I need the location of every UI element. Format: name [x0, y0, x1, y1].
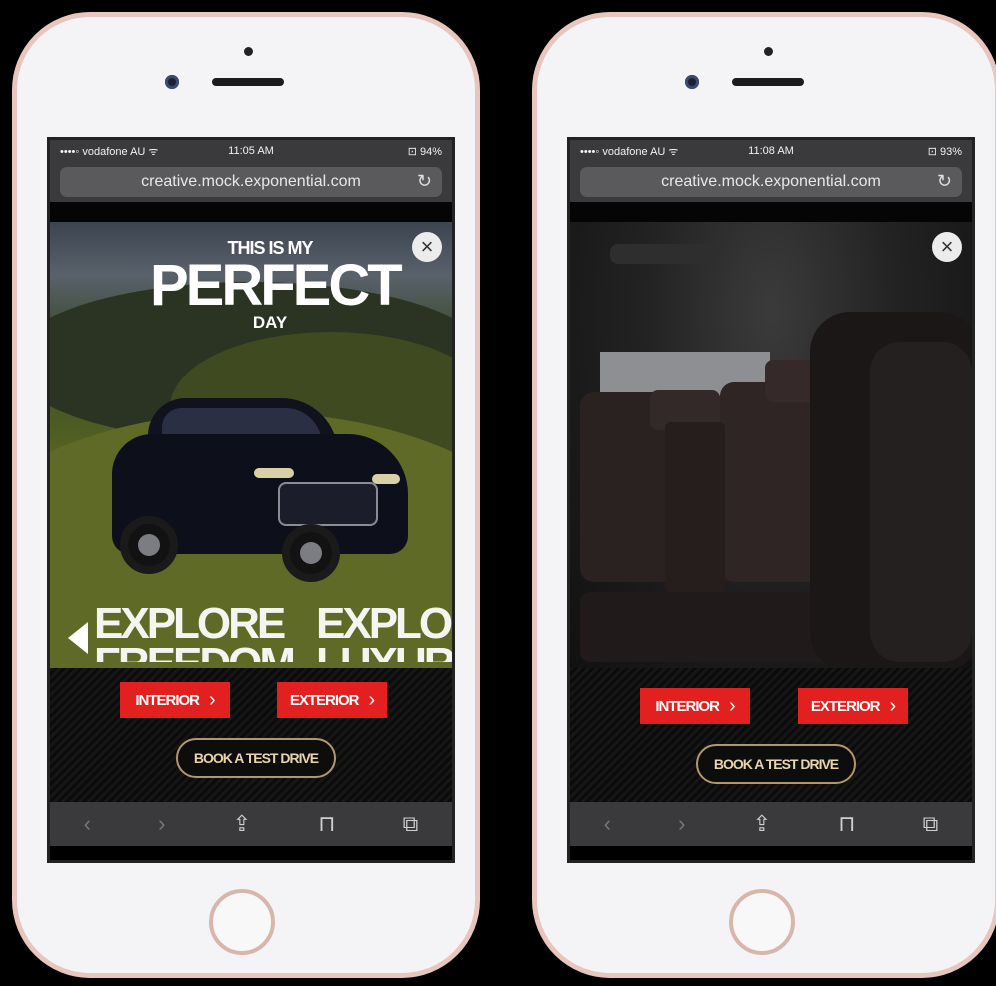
battery-indicator: ⊡ 93% [927, 145, 962, 158]
forward-icon[interactable]: › [678, 811, 685, 837]
home-button[interactable] [729, 889, 795, 955]
center-seat [665, 422, 725, 592]
share-icon[interactable]: ⇪ [753, 811, 771, 837]
explore-luxury-line-1: EXPLORE [316, 599, 452, 648]
address-bar: creative.mock.exponential.com ↻ [50, 162, 452, 202]
book-test-drive-button[interactable]: BOOK A TEST DRIVE [696, 744, 856, 784]
ad-actions-panel: INTERIOR › EXTERIOR › BOOK A TEST DRIVE [50, 668, 452, 802]
url-text: creative.mock.exponential.com [141, 173, 361, 190]
reload-icon[interactable]: ↻ [937, 171, 952, 192]
tabs-icon[interactable]: ⧉ [403, 811, 419, 837]
url-field[interactable]: creative.mock.exponential.com ↻ [60, 167, 442, 197]
exterior-button-label: EXTERIOR [289, 691, 360, 709]
chevron-right-icon: › [368, 688, 376, 711]
car-wheel [282, 524, 340, 582]
ad-headline: THIS IS MY PERFECT DAY [150, 238, 403, 333]
front-seat-side [870, 342, 972, 662]
front-camera-icon [165, 75, 179, 89]
browser-toolbar: ‹ › ⇪ ⊓ ⧉ [50, 802, 452, 846]
front-camera-icon [685, 75, 699, 89]
url-text: creative.mock.exponential.com [661, 173, 881, 190]
status-bar: ••••◦ vodafone AU ᯤ 11:05 AM ⊡ 94% [50, 140, 452, 162]
chevron-right-icon: › [729, 694, 736, 717]
book-test-drive-button[interactable]: BOOK A TEST DRIVE [176, 738, 336, 778]
carrier-label: ••••◦ vodafone AU ᯤ [580, 145, 679, 158]
interior-seats-image [580, 244, 972, 668]
bookmarks-icon[interactable]: ⊓ [318, 811, 335, 837]
carrier-label: ••••◦ vodafone AU ᯤ [60, 145, 159, 158]
earpiece-speaker [732, 78, 804, 86]
explore-freedom-line-2: FREEDOM [94, 644, 293, 662]
earpiece-speaker [212, 78, 284, 86]
car-headlight [254, 468, 294, 478]
status-bar: ••••◦ vodafone AU ᯤ 11:08 AM ⊡ 93% [570, 140, 972, 162]
car-wheel [120, 516, 178, 574]
interior-button-label: INTERIOR [655, 697, 720, 715]
battery-indicator: ⊡ 94% [407, 145, 442, 158]
ad-actions-panel: INTERIOR › EXTERIOR › BOOK A TEST DRIVE [570, 668, 972, 802]
ad-top-bar [50, 202, 452, 222]
explore-freedom-line-1: EXPLORE [94, 599, 286, 648]
phone-right: ••••◦ vodafone AU ᯤ 11:08 AM ⊡ 93% creat… [532, 12, 996, 978]
screen: ••••◦ vodafone AU ᯤ 11:05 AM ⊡ 94% creat… [47, 137, 455, 863]
back-icon[interactable]: ‹ [604, 811, 611, 837]
home-button[interactable] [209, 889, 275, 955]
suv-image [112, 394, 412, 584]
tabs-icon[interactable]: ⧉ [923, 811, 939, 837]
proximity-sensor [764, 47, 773, 56]
url-field[interactable]: creative.mock.exponential.com ↻ [580, 167, 962, 197]
screen: ••••◦ vodafone AU ᯤ 11:08 AM ⊡ 93% creat… [567, 137, 975, 863]
explore-luxury-link[interactable]: EXPLORE LUXURY [316, 602, 452, 663]
exterior-button[interactable]: EXTERIOR › [277, 682, 387, 718]
car-grille [278, 482, 378, 526]
explore-freedom-link[interactable]: EXPLORE FREEDOM [94, 602, 293, 663]
bookmarks-icon[interactable]: ⊓ [838, 811, 855, 837]
headliner-light [610, 244, 720, 264]
chevron-right-icon: › [209, 688, 216, 711]
chevron-right-icon: › [889, 694, 897, 717]
phone-left: ••••◦ vodafone AU ᯤ 11:05 AM ⊡ 94% creat… [12, 12, 480, 978]
reload-icon[interactable]: ↻ [417, 171, 432, 192]
share-icon[interactable]: ⇪ [233, 811, 251, 837]
interior-button[interactable]: INTERIOR › [120, 682, 230, 718]
proximity-sensor [244, 47, 253, 56]
ad-hero-exterior[interactable]: THIS IS MY PERFECT DAY × EXPLORE FREEDOM [50, 222, 452, 668]
back-icon[interactable]: ‹ [84, 811, 91, 837]
exterior-button[interactable]: EXTERIOR › [798, 688, 908, 724]
exterior-button-label: EXTERIOR [810, 697, 881, 715]
headline-line-2: PERFECT [150, 253, 403, 318]
interior-button[interactable]: INTERIOR › [640, 688, 750, 724]
ad-hero-interior[interactable]: × [570, 222, 972, 668]
explore-luxury-line-2: LUXURY [316, 644, 452, 662]
close-ad-button[interactable]: × [932, 232, 962, 262]
browser-toolbar: ‹ › ⇪ ⊓ ⧉ [570, 802, 972, 846]
previous-arrow-icon[interactable] [68, 622, 88, 654]
car-headlight [372, 474, 400, 484]
close-ad-button[interactable]: × [412, 232, 442, 262]
forward-icon[interactable]: › [158, 811, 165, 837]
address-bar: creative.mock.exponential.com ↻ [570, 162, 972, 202]
interior-button-label: INTERIOR [135, 691, 200, 709]
ad-top-bar [570, 202, 972, 222]
